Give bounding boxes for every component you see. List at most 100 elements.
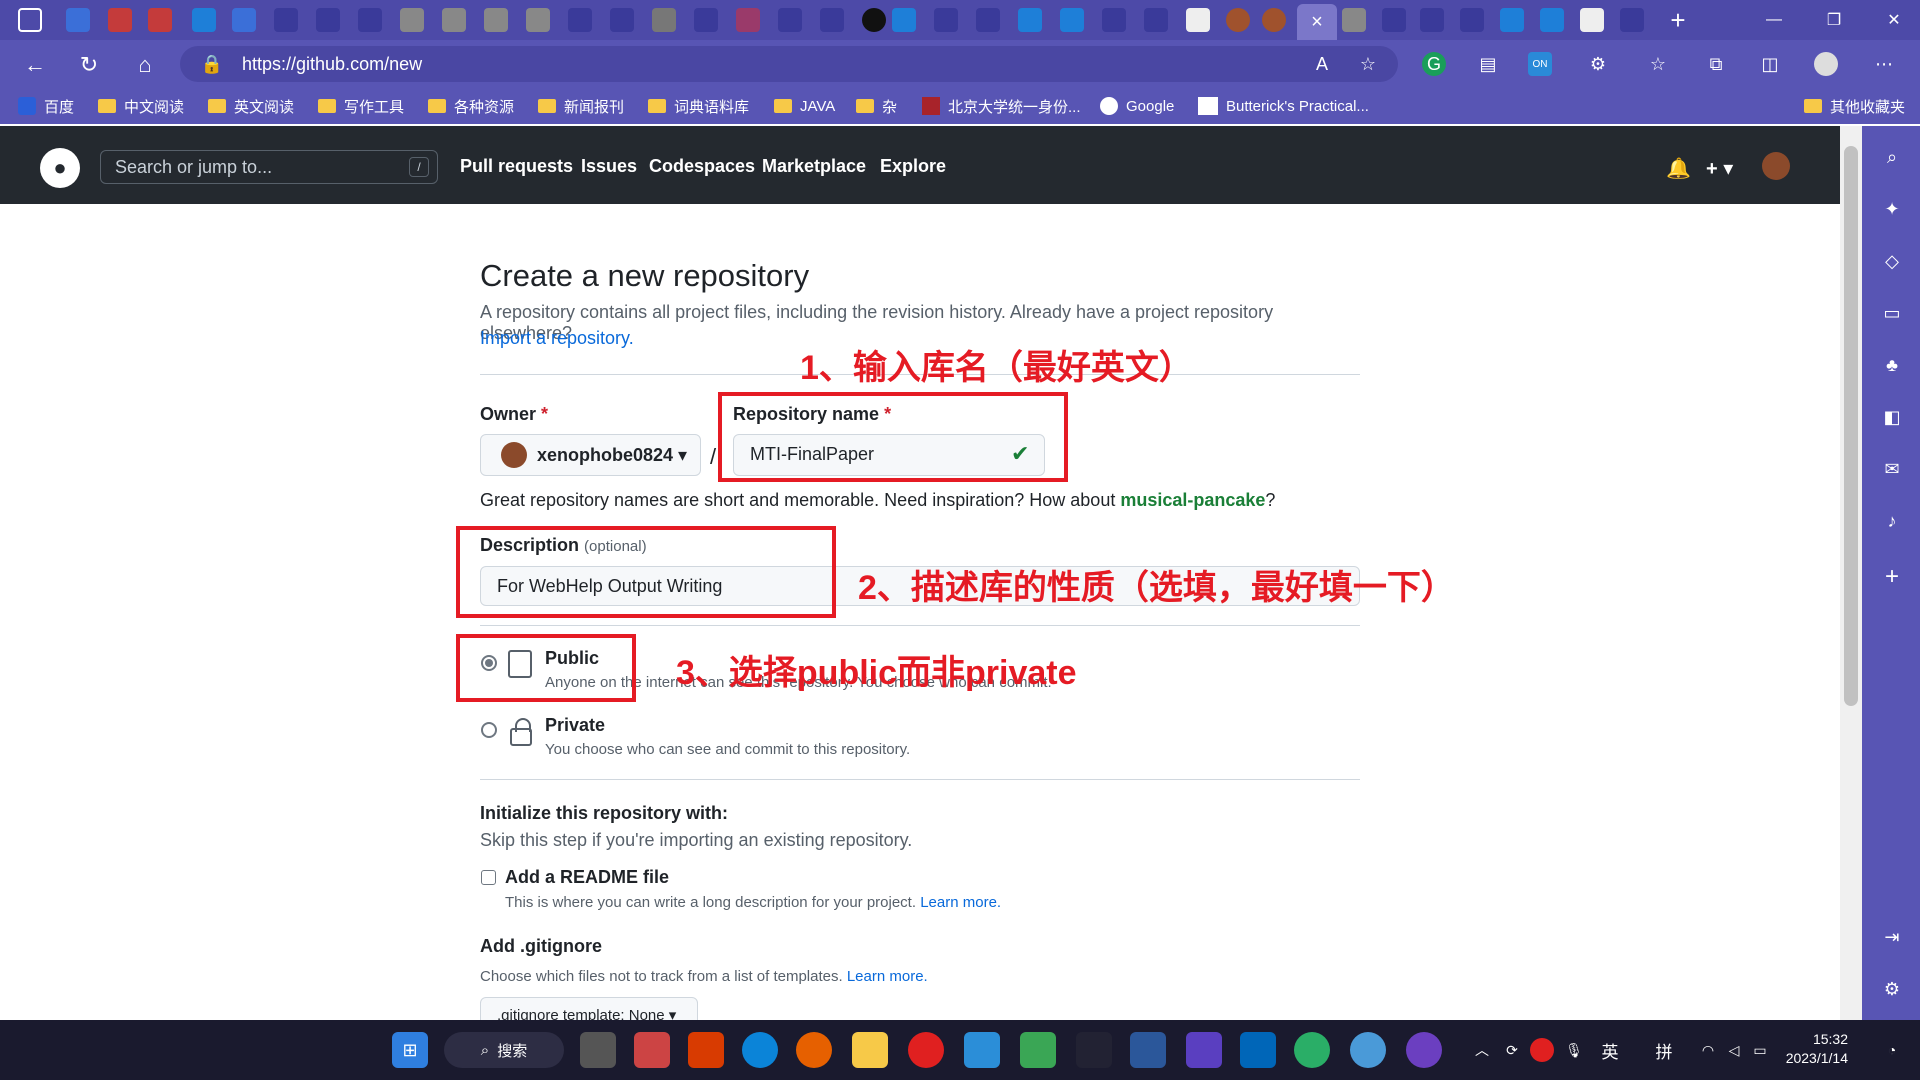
tab-favicon[interactable] — [400, 8, 424, 32]
profile-avatar[interactable] — [1814, 52, 1838, 76]
office-icon[interactable] — [688, 1032, 724, 1068]
ime-mode[interactable]: 拼 — [1652, 1032, 1676, 1068]
tab-favicon[interactable] — [778, 8, 802, 32]
extension-on-icon[interactable]: ON — [1528, 52, 1552, 76]
tab-favicon[interactable] — [976, 8, 1000, 32]
battery-icon[interactable]: ▭ — [1748, 1032, 1772, 1068]
search-input[interactable]: Search or jump to... / — [100, 150, 438, 184]
close-icon[interactable]: × — [1311, 11, 1323, 34]
office-icon[interactable]: ◧ — [1881, 406, 1903, 428]
page-scrollbar[interactable] — [1840, 126, 1862, 1020]
bell-icon[interactable]: 🔔 — [1666, 156, 1691, 181]
taskbar-search[interactable]: ⌕ 搜索 — [444, 1032, 564, 1068]
tab-favicon[interactable] — [192, 8, 216, 32]
games-icon[interactable]: ♣ — [1881, 354, 1903, 376]
bookmark-folder[interactable]: 新闻报刊 — [538, 96, 624, 116]
bookmark-folder[interactable]: 各种资源 — [428, 96, 514, 116]
tab-favicon[interactable] — [1102, 8, 1126, 32]
task-view-icon[interactable] — [580, 1032, 616, 1068]
read-aloud-icon[interactable]: A — [1310, 52, 1334, 76]
private-title[interactable]: Private — [545, 715, 605, 736]
tab-actions-icon[interactable] — [18, 8, 42, 32]
tab-favicon[interactable] — [1226, 8, 1250, 32]
gear-icon[interactable]: ⚙ — [1881, 978, 1903, 1000]
owner-dropdown[interactable]: xenophobe0824 ▾ — [480, 434, 701, 476]
readme-checkbox[interactable] — [481, 870, 496, 885]
tab-favicon[interactable] — [1060, 8, 1084, 32]
lock-icon[interactable]: 🔒 — [200, 52, 224, 76]
word-icon[interactable] — [1130, 1032, 1166, 1068]
wechat-icon[interactable] — [1294, 1032, 1330, 1068]
bookmark-baidu[interactable]: 百度 — [18, 96, 74, 116]
nav-issues[interactable]: Issues — [581, 156, 637, 177]
user-avatar[interactable] — [1762, 152, 1790, 180]
create-new-dropdown[interactable]: + ▾ — [1706, 156, 1733, 181]
tab-favicon[interactable] — [442, 8, 466, 32]
window-close-button[interactable]: ✕ — [1874, 8, 1914, 32]
tab-favicon[interactable] — [820, 8, 844, 32]
tab-favicon[interactable] — [1262, 8, 1286, 32]
tab-favicon[interactable] — [1382, 8, 1406, 32]
tab-favicon[interactable] — [1186, 8, 1210, 32]
github-logo-icon[interactable]: ● — [40, 148, 80, 188]
microphone-icon[interactable]: 🎙 — [1562, 1032, 1586, 1068]
bookmark-folder[interactable]: 词典语料库 — [648, 96, 749, 116]
tray-chevron-icon[interactable]: ︿ — [1470, 1032, 1494, 1068]
bookmark-folder[interactable]: 中文阅读 — [98, 96, 184, 116]
bookmark-pku[interactable]: 北京大学统一身份... — [922, 96, 1081, 116]
firefox-icon[interactable] — [796, 1032, 832, 1068]
tab-favicon[interactable] — [652, 8, 676, 32]
notification-icon[interactable]: ◔ — [1880, 1032, 1904, 1068]
snipping-tool-icon[interactable] — [634, 1032, 670, 1068]
tab-favicon[interactable] — [892, 8, 916, 32]
github-desktop-icon[interactable] — [1406, 1032, 1442, 1068]
search-icon[interactable]: ⌕ — [1881, 146, 1903, 168]
nav-marketplace[interactable]: Marketplace — [762, 156, 866, 177]
suggested-name[interactable]: musical-pancake — [1120, 490, 1265, 510]
tab-favicon[interactable] — [1342, 8, 1366, 32]
tab-favicon[interactable] — [736, 8, 760, 32]
vscode-icon[interactable] — [1240, 1032, 1276, 1068]
github-tab-icon[interactable] — [862, 8, 886, 32]
tab-favicon[interactable] — [232, 8, 256, 32]
bookmark-google[interactable]: Google — [1100, 96, 1174, 116]
bookmark-other-folder[interactable]: 其他收藏夹 — [1804, 96, 1905, 116]
tab-favicon[interactable] — [1580, 8, 1604, 32]
tab-favicon[interactable] — [1620, 8, 1644, 32]
tab-favicon[interactable] — [610, 8, 634, 32]
sync-icon[interactable]: ⟳ — [1500, 1032, 1524, 1068]
bookmark-butterick[interactable]: Butterick's Practical... — [1198, 96, 1369, 116]
nav-codespaces[interactable]: Codespaces — [649, 156, 755, 177]
tab-favicon[interactable] — [1500, 8, 1524, 32]
scrollbar-thumb[interactable] — [1844, 146, 1858, 706]
restore-button[interactable]: ❐ — [1814, 8, 1854, 32]
refresh-icon[interactable]: ↻ — [74, 50, 104, 80]
private-radio[interactable] — [481, 722, 497, 738]
extension-icon[interactable]: ▤ — [1476, 52, 1500, 76]
home-icon[interactable]: ⌂ — [130, 50, 160, 80]
tag-icon[interactable]: ◇ — [1881, 250, 1903, 272]
bookmark-folder[interactable]: 写作工具 — [318, 96, 404, 116]
bell-icon[interactable]: ♪ — [1881, 510, 1903, 532]
bookmark-folder[interactable]: 英文阅读 — [208, 96, 294, 116]
import-repository-link[interactable]: Import a repository. — [480, 328, 634, 349]
tab-favicon[interactable] — [108, 8, 132, 32]
tab-favicon[interactable] — [358, 8, 382, 32]
tab-favicon[interactable] — [1540, 8, 1564, 32]
netease-tray-icon[interactable] — [1530, 1038, 1554, 1062]
file-explorer-icon[interactable] — [852, 1032, 888, 1068]
bookmark-folder[interactable]: JAVA — [774, 96, 835, 116]
tab-favicon[interactable] — [148, 8, 172, 32]
active-tab-close-button[interactable]: × — [1297, 4, 1337, 40]
readme-label[interactable]: Add a README file — [505, 867, 669, 888]
tab-favicon[interactable] — [526, 8, 550, 32]
sidebar-toggle-icon[interactable]: ⇥ — [1881, 926, 1903, 948]
learn-more-link[interactable]: Learn more. — [920, 894, 1001, 911]
system-clock[interactable]: 15:32 2023/1/14 — [1786, 1030, 1848, 1068]
app-icon[interactable] — [1350, 1032, 1386, 1068]
favorite-add-icon[interactable]: ☆ — [1356, 52, 1380, 76]
tab-favicon[interactable] — [1420, 8, 1444, 32]
tab-favicon[interactable] — [568, 8, 592, 32]
add-icon[interactable]: + — [1881, 563, 1903, 590]
ime-language[interactable]: 英 — [1598, 1032, 1622, 1068]
